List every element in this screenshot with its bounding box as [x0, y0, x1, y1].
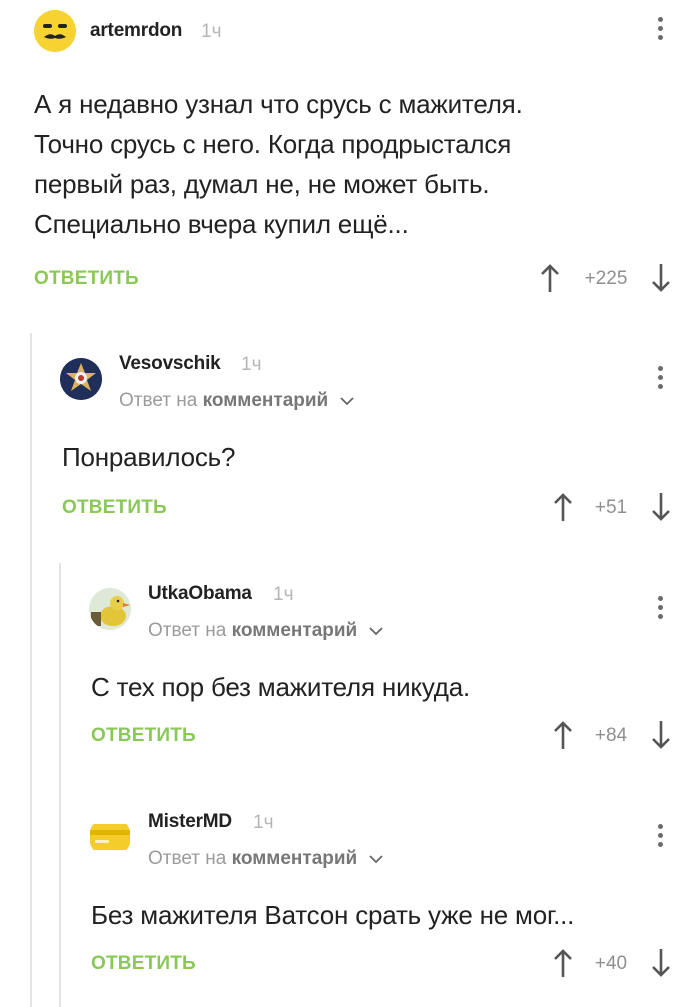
reply-button[interactable]: ОТВЕТИТЬ — [34, 268, 139, 290]
upvote-arrow-icon[interactable] — [552, 948, 574, 978]
reply-to-link[interactable]: Ответ на комментарий — [148, 620, 383, 642]
more-options-icon[interactable] — [655, 17, 665, 47]
comment-text: А я недавно узнал что срусь с мажителя. … — [34, 89, 523, 239]
upvote-arrow-icon[interactable] — [552, 720, 574, 750]
reply-to-link[interactable]: Ответ на комментарий — [148, 848, 383, 870]
upvote-arrow-icon[interactable] — [552, 492, 574, 522]
reply-button[interactable]: ОТВЕТИТЬ — [62, 497, 167, 519]
more-options-icon[interactable] — [655, 366, 665, 396]
reply-prefix: Ответ на — [148, 620, 227, 641]
comment-text: Без мажителя Ватсон срать уже не мог... — [91, 900, 575, 930]
downvote-arrow-icon[interactable] — [650, 720, 672, 750]
comment: Vesovschik 1ч Ответ на комментарий Понра… — [0, 333, 700, 553]
more-options-icon[interactable] — [655, 824, 665, 854]
reply-to-link[interactable]: Ответ на комментарий — [119, 390, 354, 412]
downvote-arrow-icon[interactable] — [650, 263, 672, 293]
badge-icon — [60, 358, 102, 400]
rating-value: +225 — [584, 268, 628, 289]
chevron-down-icon[interactable] — [368, 626, 383, 636]
rating-value: +84 — [594, 725, 628, 746]
reply-prefix: Ответ на — [148, 848, 227, 869]
chevron-down-icon[interactable] — [339, 396, 354, 406]
mustache-smiley-icon — [34, 10, 76, 52]
card-icon — [90, 824, 130, 850]
comment-text: Понравилось? — [62, 442, 236, 472]
comment-author[interactable]: UtkaObama — [148, 583, 252, 605]
rating-value: +51 — [594, 497, 628, 518]
comment-time: 1ч — [273, 584, 294, 605]
comment-time: 1ч — [241, 354, 262, 375]
comment-time: 1ч — [253, 812, 274, 833]
comment-author[interactable]: MisterMD — [148, 811, 232, 833]
mustache-smiley-avatar[interactable] — [34, 10, 76, 52]
comment-time: 1ч — [201, 21, 222, 42]
rating-value: +40 — [594, 953, 628, 974]
more-options-icon[interactable] — [655, 596, 665, 626]
badge-avatar[interactable] — [60, 358, 102, 400]
upvote-arrow-icon[interactable] — [539, 263, 561, 293]
comment-text: С тех пор без мажителя никуда. — [91, 672, 471, 702]
duck-avatar[interactable] — [89, 588, 131, 630]
downvote-arrow-icon[interactable] — [650, 492, 672, 522]
comment: MisterMD 1ч Ответ на комментарий Без маж… — [0, 791, 700, 1007]
chevron-down-icon[interactable] — [368, 854, 383, 864]
reply-button[interactable]: ОТВЕТИТЬ — [91, 953, 196, 975]
reply-target[interactable]: комментарий — [203, 390, 329, 411]
reply-button[interactable]: ОТВЕТИТЬ — [91, 725, 196, 747]
downvote-arrow-icon[interactable] — [650, 948, 672, 978]
card-avatar[interactable] — [89, 816, 131, 858]
comment: UtkaObama 1ч Ответ на комментарий С тех … — [0, 563, 700, 783]
comment-author[interactable]: artemrdon — [90, 20, 182, 42]
reply-prefix: Ответ на — [119, 390, 198, 411]
duck-icon — [89, 588, 131, 630]
comment-author[interactable]: Vesovschik — [119, 353, 221, 375]
comment: artemrdon 1ч А я недавно узнал что срусь… — [0, 0, 700, 320]
reply-target[interactable]: комментарий — [232, 620, 358, 641]
reply-target[interactable]: комментарий — [232, 848, 358, 869]
